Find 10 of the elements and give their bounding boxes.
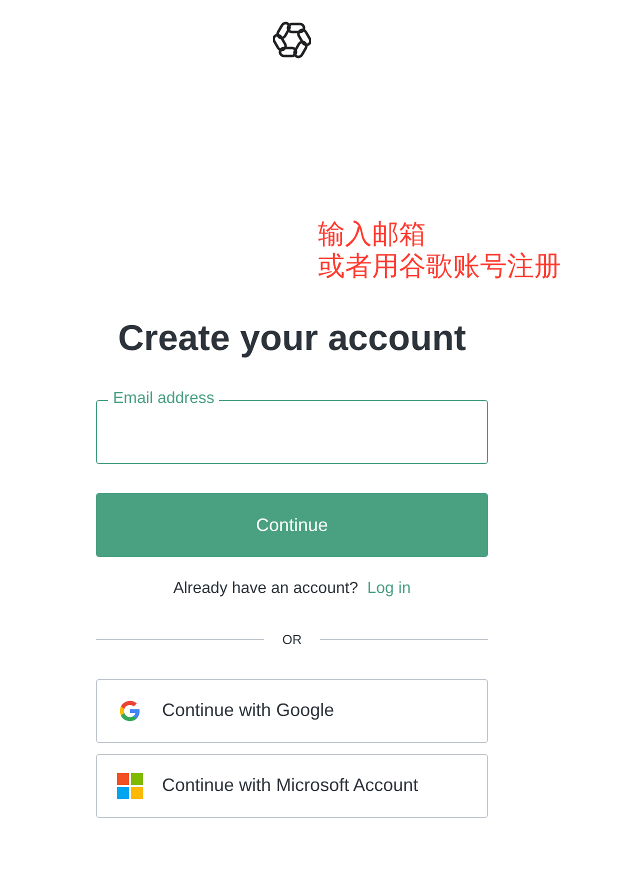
microsoft-icon	[117, 772, 143, 798]
social-login-button[interactable]: Continue with Google	[96, 678, 488, 742]
divider-label: OR	[282, 631, 302, 649]
login-prompt: Already have an account?	[173, 579, 358, 599]
page-heading: Create your account	[116, 316, 468, 360]
logo-icon	[273, 21, 311, 59]
social-login-button[interactable]: Continue with Microsoft Account	[96, 754, 488, 818]
annotation-text: 输入邮箱	[318, 219, 426, 251]
annotation-text: 或者用谷歌账号注册	[318, 251, 561, 283]
google-icon	[119, 700, 141, 722]
